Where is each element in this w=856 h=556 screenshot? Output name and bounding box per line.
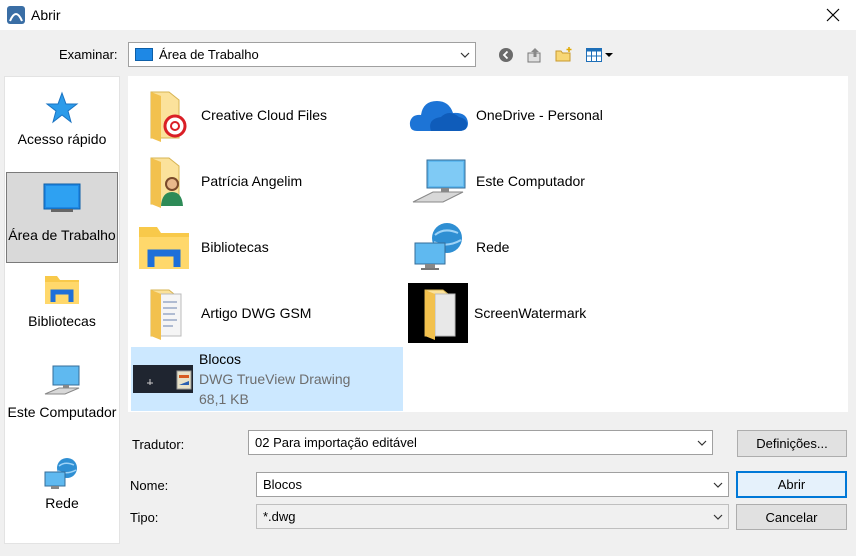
chevron-down-icon (697, 440, 707, 446)
file-size: 68,1 KB (199, 391, 249, 407)
new-folder-button[interactable] (553, 44, 575, 66)
places-bar: Acesso rápido Área de Trabalho Bibliotec… (4, 76, 120, 544)
translator-value: 02 Para importação editável (255, 435, 417, 450)
creative-cloud-folder-icon (133, 84, 195, 146)
file-name: Este Computador (476, 173, 585, 189)
title-bar: Abrir (0, 0, 856, 30)
view-grid-icon (586, 48, 602, 62)
open-button[interactable]: Abrir (736, 471, 847, 498)
desktop-icon (135, 48, 153, 61)
star-icon (45, 91, 79, 124)
lookin-label: Examinar: (59, 47, 118, 62)
place-label: Área de Trabalho (8, 227, 116, 243)
window-title: Abrir (31, 7, 61, 23)
place-label: Bibliotecas (28, 313, 96, 329)
cancel-button[interactable]: Cancelar (736, 504, 847, 530)
back-button[interactable] (495, 44, 517, 66)
user-folder-icon (133, 150, 195, 212)
lookin-combo[interactable]: Área de Trabalho (128, 42, 476, 67)
file-name: Bibliotecas (201, 239, 269, 255)
place-label: Este Computador (7, 404, 117, 420)
place-label: Rede (45, 495, 79, 511)
filetype-select[interactable]: *.dwg (256, 504, 729, 529)
file-list: Creative Cloud Files OneDrive - Personal… (128, 76, 848, 412)
list-item[interactable]: Patrícia Angelim (133, 150, 403, 212)
translator-select[interactable]: 02 Para importação editável (248, 430, 713, 455)
chevron-down-icon (460, 52, 470, 58)
list-item[interactable]: Creative Cloud Files (133, 84, 403, 146)
close-button[interactable] (810, 0, 856, 30)
file-name: ScreenWatermark (474, 305, 587, 321)
lookin-value: Área de Trabalho (159, 47, 259, 62)
network-icon (408, 216, 470, 278)
translator-label: Tradutor: (132, 437, 185, 452)
view-menu-button[interactable] (583, 44, 617, 66)
list-item-selected[interactable]: Blocos DWG TrueView Drawing 68,1 KB (131, 347, 403, 411)
autodesk-app-icon (7, 6, 25, 24)
list-item[interactable]: ScreenWatermark (408, 282, 678, 344)
list-item[interactable]: OneDrive - Personal (408, 84, 678, 146)
name-label: Nome: (130, 478, 169, 493)
chevron-down-icon (713, 482, 723, 488)
place-quick-access[interactable]: Acesso rápido (6, 85, 118, 167)
file-name: Artigo DWG GSM (201, 305, 312, 321)
list-item[interactable]: Rede (408, 216, 678, 278)
filename-input[interactable]: Blocos (263, 477, 302, 492)
file-type: DWG TrueView Drawing (199, 371, 351, 387)
desktop-icon (43, 183, 81, 212)
network-icon (44, 458, 77, 489)
file-name: Rede (476, 239, 510, 255)
place-label: Acesso rápido (17, 131, 107, 147)
folder-icon (408, 283, 468, 343)
file-name: Patrícia Angelim (201, 173, 303, 189)
place-this-pc[interactable]: Este Computador (6, 362, 118, 454)
libraries-folder-icon (133, 216, 195, 278)
computer-icon (44, 365, 80, 395)
place-network[interactable]: Rede (6, 457, 118, 519)
settings-button[interactable]: Definições... (737, 430, 847, 457)
list-item[interactable]: Este Computador (408, 150, 678, 212)
file-name: OneDrive - Personal (476, 107, 603, 123)
computer-icon (408, 150, 470, 212)
up-folder-button[interactable] (524, 44, 546, 66)
file-name: Blocos (199, 351, 242, 367)
filename-combo[interactable]: Blocos (256, 472, 729, 497)
file-name: Creative Cloud Files (201, 107, 328, 123)
back-arrow-icon (499, 48, 513, 62)
list-item[interactable]: Artigo DWG GSM (133, 282, 403, 344)
up-folder-icon (527, 48, 541, 63)
dropdown-arrow-icon (605, 53, 613, 57)
dwg-thumbnail-icon (131, 348, 195, 410)
chevron-down-icon (713, 514, 723, 520)
libraries-icon (45, 276, 79, 304)
place-desktop[interactable]: Área de Trabalho (6, 172, 118, 263)
type-label: Tipo: (130, 510, 159, 525)
new-folder-icon (555, 47, 572, 62)
close-icon (826, 8, 840, 22)
list-item[interactable]: Bibliotecas (133, 216, 403, 278)
place-libraries[interactable]: Bibliotecas (6, 269, 118, 351)
filetype-value: *.dwg (263, 509, 296, 524)
document-folder-icon (133, 282, 195, 344)
onedrive-cloud-icon (408, 84, 470, 146)
